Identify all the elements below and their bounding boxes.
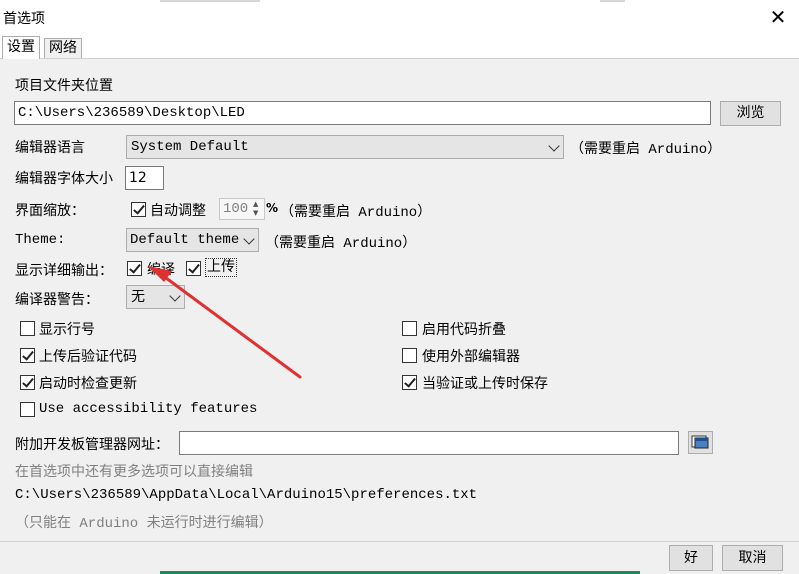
font-size-label: 编辑器字体大小 [15,171,113,187]
auto-scale-label: 自动调整 [150,203,206,219]
chevron-down-icon [169,290,181,302]
chevron-down-icon [548,140,560,152]
theme-restart-note: （需要重启 Arduino） [265,236,417,252]
more-preferences-note: 在首选项中还有更多选项可以直接编辑 [15,464,253,480]
settings-panel: 项目文件夹位置 C:\Users\236589\Desktop\LED 浏览 编… [0,58,799,542]
external-editor-label: 使用外部编辑器 [422,349,520,365]
editor-language-label: 编辑器语言 [15,140,85,156]
edit-when-closed-note: （只能在 Arduino 未运行时进行编辑） [15,516,273,532]
sketchbook-path-input[interactable]: C:\Users\236589\Desktop\LED [14,101,711,125]
window-list-icon [691,435,709,449]
accessibility-checkbox[interactable] [20,402,35,417]
window-title: 首选项 [3,11,45,27]
check-updates-checkbox[interactable] [20,375,35,390]
check-updates-label: 启动时检查更新 [39,376,137,392]
theme-value: Default theme [130,232,240,248]
scale-value: 100 [223,201,249,217]
verbose-compile-label: 编译 [147,262,175,278]
browse-button[interactable]: 浏览 [720,101,781,126]
background-window-edge [600,0,625,2]
verify-after-upload-label: 上传后验证代码 [39,349,137,365]
auto-scale-checkbox[interactable] [131,202,146,217]
compiler-warnings-value: 无 [131,289,145,305]
scale-stepper[interactable]: 100 ▲ ▼ [219,198,265,220]
board-manager-url-label: 附加开发板管理器网址： [15,437,169,453]
save-on-verify-checkbox[interactable] [402,375,417,390]
verbose-upload-label: 上传 [205,258,237,277]
verbose-output-label: 显示详细输出： [15,263,113,279]
board-manager-url-button[interactable] [688,431,713,454]
show-line-numbers-label: 显示行号 [39,322,95,338]
theme-select[interactable]: Default theme [126,228,259,252]
compiler-warnings-select[interactable]: 无 [126,285,185,309]
verbose-compile-checkbox[interactable] [127,261,142,276]
editor-language-restart-note: （需要重启 Arduino） [570,142,722,158]
sketchbook-label: 项目文件夹位置 [15,78,113,94]
compiler-warnings-label: 编译器警告： [15,292,99,308]
background-window-edge [160,0,260,2]
title-bar: 首选项 ✕ [0,0,799,34]
interface-scale-label: 界面缩放： [15,203,85,219]
verify-after-upload-checkbox[interactable] [20,348,35,363]
cancel-button[interactable]: 取消 [722,545,783,571]
code-folding-checkbox[interactable] [402,321,417,336]
editor-language-select[interactable]: System Default [126,135,564,159]
font-size-input[interactable]: 12 [125,166,164,190]
stepper-up-icon[interactable]: ▲ [253,200,258,208]
tab-settings[interactable]: 设置 [2,36,40,59]
tab-network[interactable]: 网络 [44,38,82,58]
chevron-down-icon [243,233,255,245]
board-manager-url-input[interactable] [179,431,679,455]
scale-unit: % [266,201,279,215]
theme-label: Theme: [15,232,66,248]
close-icon[interactable]: ✕ [764,4,792,30]
code-folding-label: 启用代码折叠 [422,322,506,338]
dialog-button-bar: 好 取消 [0,542,799,574]
preferences-file-path: C:\Users\236589\AppData\Local\Arduino15\… [15,487,478,503]
editor-language-value: System Default [131,139,249,155]
save-on-verify-label: 当验证或上传时保存 [422,376,548,392]
external-editor-checkbox[interactable] [402,348,417,363]
accessibility-label: Use accessibility features [39,401,258,417]
stepper-down-icon[interactable]: ▼ [253,209,258,217]
show-line-numbers-checkbox[interactable] [20,321,35,336]
scale-restart-note: （需要重启 Arduino） [280,205,432,221]
verbose-upload-checkbox[interactable] [186,261,201,276]
ok-button[interactable]: 好 [669,545,713,571]
